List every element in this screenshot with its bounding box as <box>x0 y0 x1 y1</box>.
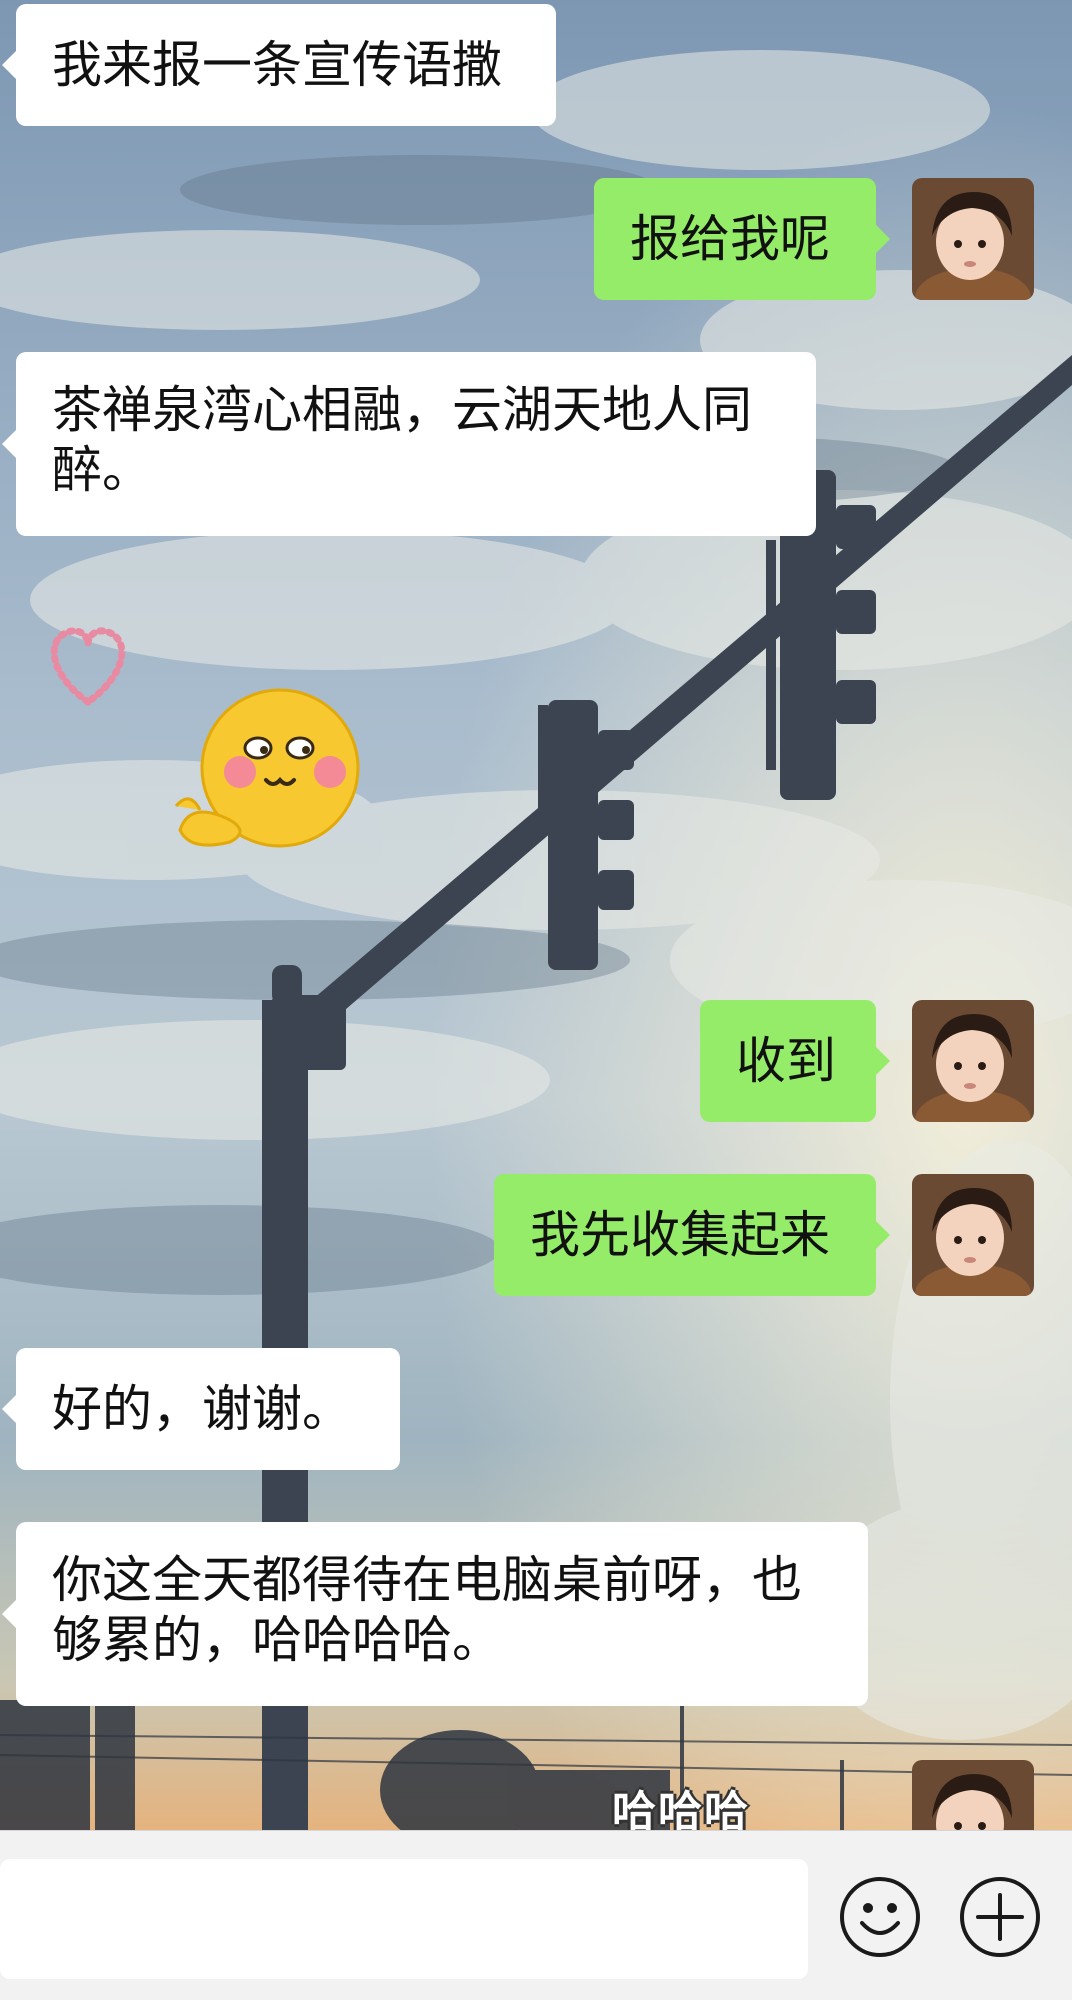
more-button[interactable] <box>958 1875 1042 1959</box>
message-bubble-incoming[interactable]: 茶禅泉湾心相融，云湖天地人同 醉。 <box>2 352 816 536</box>
message-text: 我来报一条宣传语撒 <box>52 36 502 94</box>
message-bubble-incoming[interactable]: 我来报一条宣传语撒 <box>2 4 556 126</box>
message-text-line: 茶禅泉湾心相融，云湖天地人同 <box>52 381 752 439</box>
message-text: 好的，谢谢。 <box>52 1380 352 1438</box>
plus-circle-icon <box>960 1877 1040 1957</box>
message-text-line: 够累的，哈哈哈哈。 <box>52 1611 502 1669</box>
child-photo-avatar-icon <box>912 1000 1034 1122</box>
waving-emoji-sticker-icon <box>50 627 360 848</box>
message-text: 收到 <box>736 1032 836 1090</box>
message-bubble-outgoing[interactable]: 收到 <box>700 1000 890 1122</box>
smiley-face-icon <box>840 1877 920 1957</box>
avatar[interactable] <box>912 1000 1034 1122</box>
message-text: 报给我呢 <box>630 210 830 268</box>
message-text-line: 你这全天都得待在电脑桌前呀，也 <box>52 1551 802 1609</box>
avatar[interactable] <box>912 1760 1034 1830</box>
chat-input-bar <box>0 1830 1072 2000</box>
message-text-line: 醉。 <box>52 441 152 499</box>
message-bubble-incoming[interactable]: 好的，谢谢。 <box>2 1348 400 1470</box>
avatar[interactable] <box>912 1174 1034 1296</box>
emoji-button[interactable] <box>838 1875 922 1959</box>
child-photo-avatar-icon <box>912 1174 1034 1296</box>
message-text: 我先收集起来 <box>530 1206 830 1264</box>
message-bubble-outgoing[interactable]: 我先收集起来 <box>494 1174 890 1296</box>
child-photo-avatar-icon <box>912 178 1034 300</box>
message-list[interactable]: 我来报一条宣传语撒 报给我呢 茶禅泉湾心相融，云湖天地人同 醉。 收到 我先收集… <box>0 0 1072 1838</box>
child-photo-avatar-icon <box>912 1760 1034 1830</box>
message-bubble-outgoing[interactable]: 报给我呢 <box>594 178 890 300</box>
sticker-message[interactable] <box>40 620 370 870</box>
message-bubble-incoming[interactable]: 你这全天都得待在电脑桌前呀，也 够累的，哈哈哈哈。 <box>2 1522 868 1706</box>
message-input[interactable] <box>0 1859 808 1979</box>
avatar[interactable] <box>912 178 1034 300</box>
